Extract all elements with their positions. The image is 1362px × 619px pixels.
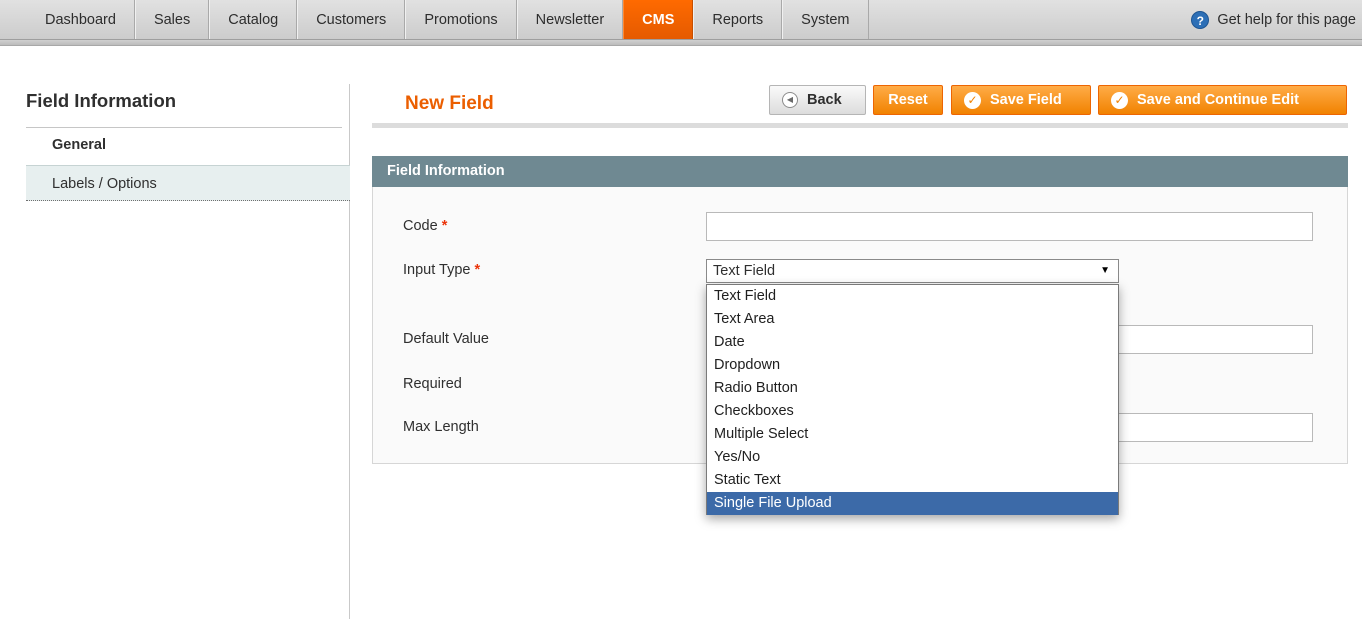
- back-button[interactable]: ◀ Back: [769, 85, 866, 115]
- code-input[interactable]: [706, 212, 1313, 241]
- required-marker: *: [474, 262, 481, 278]
- reset-button[interactable]: Reset: [873, 85, 943, 115]
- header-divider: [372, 123, 1348, 128]
- save-and-continue-button[interactable]: ✓ Save and Continue Edit: [1098, 85, 1347, 115]
- nav-item-newsletter[interactable]: Newsletter: [516, 0, 624, 40]
- input-type-label: Input Type *: [403, 262, 480, 278]
- nav-item-customers[interactable]: Customers: [297, 0, 406, 40]
- help-link-label: Get help for this page: [1217, 12, 1356, 28]
- nav-item-sales[interactable]: Sales: [134, 0, 210, 40]
- option-multiple-select[interactable]: Multiple Select: [707, 423, 1118, 446]
- reset-button-label: Reset: [888, 92, 928, 108]
- required-label: Required: [403, 376, 462, 392]
- option-text-area[interactable]: Text Area: [707, 308, 1118, 331]
- option-text-field[interactable]: Text Field: [707, 285, 1118, 308]
- option-dropdown[interactable]: Dropdown: [707, 354, 1118, 377]
- input-type-options-list: Text Field Text Area Date Dropdown Radio…: [706, 284, 1119, 515]
- nav-bottom-strip: [0, 39, 1362, 45]
- nav-item-reports[interactable]: Reports: [693, 0, 783, 40]
- nav-menu: Dashboard Sales Catalog Customers Promot…: [0, 0, 869, 40]
- chevron-down-icon: ▼: [1100, 265, 1110, 276]
- sidebar: Field Information General Labels / Optio…: [0, 84, 350, 619]
- code-label-text: Code: [403, 218, 438, 234]
- nav-item-dashboard[interactable]: Dashboard: [0, 0, 135, 40]
- input-type-select[interactable]: Text Field ▼: [706, 259, 1119, 283]
- option-static-text[interactable]: Static Text: [707, 469, 1118, 492]
- max-length-label: Max Length: [403, 419, 479, 435]
- default-value-label: Default Value: [403, 331, 489, 347]
- option-single-file-upload[interactable]: Single File Upload: [707, 492, 1118, 515]
- help-link[interactable]: ? Get help for this page: [1191, 0, 1356, 40]
- question-circle-icon: ?: [1191, 11, 1210, 29]
- code-label: Code *: [403, 218, 447, 234]
- nav-item-cms[interactable]: CMS: [623, 0, 694, 40]
- top-navigation: Dashboard Sales Catalog Customers Promot…: [0, 0, 1362, 46]
- option-checkboxes[interactable]: Checkboxes: [707, 400, 1118, 423]
- sidebar-title: Field Information: [26, 90, 177, 111]
- check-circle-icon: ✓: [964, 91, 981, 109]
- required-marker: *: [441, 218, 448, 234]
- option-radio-button[interactable]: Radio Button: [707, 377, 1118, 400]
- save-field-button[interactable]: ✓ Save Field: [951, 85, 1091, 115]
- fieldset-header: Field Information: [372, 156, 1348, 187]
- input-type-selected-value: Text Field: [713, 263, 776, 279]
- tab-general[interactable]: General: [26, 128, 342, 164]
- page-title: New Field: [405, 93, 494, 114]
- save-field-button-label: Save Field: [990, 92, 1062, 108]
- option-yes-no[interactable]: Yes/No: [707, 446, 1118, 469]
- option-date[interactable]: Date: [707, 331, 1118, 354]
- nav-item-promotions[interactable]: Promotions: [405, 0, 517, 40]
- tab-labels-options[interactable]: Labels / Options: [26, 165, 350, 201]
- nav-item-catalog[interactable]: Catalog: [209, 0, 298, 40]
- back-button-label: Back: [807, 92, 842, 108]
- save-and-continue-button-label: Save and Continue Edit: [1137, 92, 1299, 108]
- back-arrow-icon: ◀: [782, 92, 798, 108]
- check-circle-icon: ✓: [1111, 91, 1128, 109]
- input-type-label-text: Input Type: [403, 262, 471, 278]
- nav-item-system[interactable]: System: [782, 0, 869, 40]
